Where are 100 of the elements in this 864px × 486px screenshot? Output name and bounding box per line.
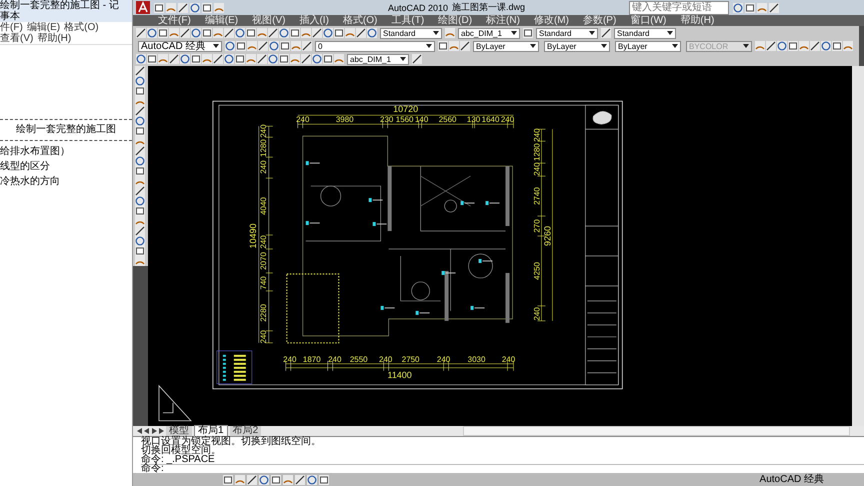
dropdown[interactable]: Standard [614, 28, 676, 38]
circle-tool-icon[interactable] [224, 54, 234, 64]
layout-tab[interactable]: 布局1 [194, 425, 228, 437]
rectangle-tool-icon[interactable] [191, 54, 201, 64]
arc-tool-icon[interactable] [235, 474, 245, 484]
line-tool-icon[interactable] [810, 41, 820, 51]
workspace-switcher[interactable]: AutoCAD 经典 [760, 474, 824, 486]
arc-tool-icon[interactable] [135, 216, 145, 226]
arc-tool-icon[interactable] [283, 474, 293, 484]
circle-tool-icon[interactable] [180, 54, 190, 64]
menu-item[interactable]: 修改(M) [534, 15, 569, 26]
arc-tool-icon[interactable] [757, 2, 768, 12]
rectangle-tool-icon[interactable] [323, 54, 333, 64]
arc-tool-icon[interactable] [291, 41, 301, 51]
line-tool-icon[interactable] [769, 2, 780, 12]
arc-tool-icon[interactable] [334, 54, 344, 64]
arc-tool-icon[interactable] [135, 96, 145, 106]
line-tool-icon[interactable] [601, 28, 611, 38]
layout-tab[interactable]: 模型 [166, 426, 192, 436]
line-tool-icon[interactable] [178, 2, 188, 12]
circle-tool-icon[interactable] [147, 28, 157, 38]
rectangle-tool-icon[interactable] [202, 2, 212, 12]
circle-tool-icon[interactable] [269, 41, 279, 51]
dropdown[interactable]: ByLayer [544, 40, 610, 52]
drawing-canvas[interactable]: 10720 240 3980 230 1560 140 2560 130 1640 240 240 1870 240 2550 240 2750 240 3030 240 11400 10490 240 1280 240 4040 240 2070 740 2280 240 240 1280 240 2740 270 4250 240 9260 [148, 66, 852, 426]
dropdown[interactable]: ByLayer [615, 40, 681, 52]
circle-tool-icon[interactable] [191, 28, 201, 38]
circle-tool-icon[interactable] [135, 196, 145, 206]
rectangle-tool-icon[interactable] [223, 474, 233, 484]
line-tool-icon[interactable] [295, 474, 305, 484]
rectangle-tool-icon[interactable] [135, 166, 145, 176]
menu-item[interactable]: 文件(F) [158, 15, 191, 26]
menu-item[interactable]: 编辑(E) [204, 15, 238, 26]
rectangle-tool-icon[interactable] [147, 54, 157, 64]
arc-tool-icon[interactable] [345, 28, 355, 38]
line-tool-icon[interactable] [135, 186, 145, 196]
arc-tool-icon[interactable] [247, 41, 257, 51]
rectangle-tool-icon[interactable] [154, 2, 164, 12]
circle-tool-icon[interactable] [733, 2, 744, 12]
layout-tab[interactable]: 布局2 [230, 426, 262, 436]
circle-tool-icon[interactable] [312, 54, 322, 64]
menu-item[interactable]: 工具(T) [391, 15, 424, 26]
line-tool-icon[interactable] [213, 54, 223, 64]
circle-tool-icon[interactable] [821, 41, 831, 51]
circle-tool-icon[interactable] [135, 236, 145, 246]
arc-tool-icon[interactable] [135, 176, 145, 186]
rectangle-tool-icon[interactable] [271, 474, 281, 484]
line-tool-icon[interactable] [301, 54, 311, 64]
menu-item[interactable]: 绘图(D) [438, 15, 472, 26]
arc-tool-icon[interactable] [246, 54, 256, 64]
arc-tool-icon[interactable] [135, 136, 145, 146]
circle-tool-icon[interactable] [135, 76, 145, 86]
dropdown[interactable]: AutoCAD 经典 [138, 40, 222, 52]
line-tool-icon[interactable] [135, 146, 145, 156]
circle-tool-icon[interactable] [279, 28, 289, 38]
line-tool-icon[interactable] [302, 41, 312, 51]
rectangle-tool-icon[interactable] [438, 41, 448, 51]
circle-tool-icon[interactable] [323, 28, 333, 38]
rectangle-tool-icon[interactable] [135, 206, 145, 216]
arc-tool-icon[interactable] [158, 54, 168, 64]
arc-tool-icon[interactable] [214, 2, 224, 12]
line-tool-icon[interactable] [460, 41, 470, 51]
line-tool-icon[interactable] [169, 54, 179, 64]
scrollbar[interactable] [463, 426, 850, 436]
menu-item[interactable]: 标注(N) [486, 15, 520, 26]
line-tool-icon[interactable] [135, 106, 145, 116]
menu-item[interactable]: 查看(V) [0, 33, 34, 44]
circle-tool-icon[interactable] [235, 28, 245, 38]
rectangle-tool-icon[interactable] [334, 28, 344, 38]
app-logo-icon[interactable] [136, 1, 150, 14]
line-tool-icon[interactable] [412, 54, 422, 64]
menu-item[interactable]: 件(F) [0, 22, 23, 33]
rectangle-tool-icon[interactable] [135, 86, 145, 96]
arc-tool-icon[interactable] [166, 2, 176, 12]
arc-tool-icon[interactable] [213, 28, 223, 38]
circle-tool-icon[interactable] [367, 28, 377, 38]
dropdown[interactable]: abc_DIM_1 [458, 28, 520, 38]
menu-item[interactable]: 插入(I) [299, 15, 329, 26]
rectangle-tool-icon[interactable] [135, 126, 145, 136]
arc-tool-icon[interactable] [290, 54, 300, 64]
menu-item[interactable]: 视图(V) [252, 15, 286, 26]
circle-tool-icon[interactable] [190, 2, 200, 12]
scrollbar[interactable] [852, 66, 864, 426]
line-tool-icon[interactable] [766, 41, 776, 51]
dropdown[interactable]: Standard [536, 28, 598, 38]
dropdown[interactable]: Standard [380, 28, 442, 38]
rectangle-tool-icon[interactable] [523, 28, 533, 38]
dropdown[interactable]: 0 [315, 40, 435, 52]
circle-tool-icon[interactable] [135, 116, 145, 126]
line-tool-icon[interactable] [268, 28, 278, 38]
line-tool-icon[interactable] [135, 66, 145, 76]
arc-tool-icon[interactable] [755, 41, 765, 51]
rectangle-tool-icon[interactable] [158, 28, 168, 38]
menu-item[interactable]: 编辑(E) [26, 22, 60, 33]
arc-tool-icon[interactable] [135, 256, 145, 266]
arc-tool-icon[interactable] [257, 28, 267, 38]
menu-item[interactable]: 格式(O) [342, 15, 378, 26]
menu-item[interactable]: 帮助(H) [37, 33, 72, 44]
circle-tool-icon[interactable] [307, 474, 317, 484]
circle-tool-icon[interactable] [135, 156, 145, 166]
